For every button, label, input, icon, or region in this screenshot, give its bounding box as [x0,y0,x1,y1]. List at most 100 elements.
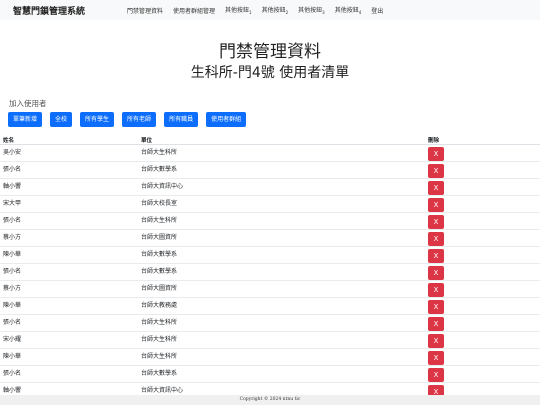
table-row: 陳小華 台師大數學系 X [0,246,540,264]
nav-subscript: 2 [285,10,289,16]
cell-name: 吳小安 [0,144,138,162]
nav-other-4[interactable]: 其他按鈕4 [335,5,362,15]
cell-delete: X [425,314,540,332]
cell-delete: X [425,144,540,162]
nav-label: 門禁管理資料 [127,7,164,15]
cell-name: 張小名 [0,314,138,332]
nav-subscript: 3 [322,10,325,16]
delete-button[interactable]: X [428,351,444,365]
cell-delete: X [425,331,540,349]
table-row: 陳小華 台師大教務處 X [0,297,540,315]
table-row: 張小名 台師大數學系 X [0,365,540,383]
delete-button[interactable]: X [428,334,444,348]
delete-button[interactable]: X [428,164,444,178]
nav-logout[interactable]: 登出 [371,6,383,15]
cell-delete: X [425,280,540,298]
delete-button[interactable]: X [428,215,444,229]
nav-label: 其他按鈕 [298,6,323,14]
cell-name: 宋大甲 [0,195,138,213]
add-user-group-button[interactable]: 使用者群組 [206,112,247,127]
cell-delete: X [425,263,540,281]
delete-button[interactable]: X [428,249,444,263]
cell-name: 張小名 [0,365,138,383]
nav-label: 使用者群組管理 [173,7,216,15]
cell-name: 陳小華 [0,246,138,264]
cell-delete: X [425,348,540,366]
cell-unit: 台師大圖資所 [138,280,425,298]
cell-unit: 台師大教務處 [138,297,425,315]
nav-group-management[interactable]: 使用者群組管理 [173,6,215,15]
cell-name: 張小名 [0,263,138,281]
table-row: 軸小響 台師大資訊中心 X [0,178,540,196]
cell-delete: X [425,297,540,315]
cell-name: 蔡小方 [0,229,138,247]
cell-name: 張小名 [0,161,138,179]
delete-button[interactable]: X [428,283,444,297]
footer-copyright: Copyright © 2024 ntnu tic [0,395,540,405]
delete-button[interactable]: X [428,266,444,280]
nav-other-3[interactable]: 其他按鈕3 [298,5,325,15]
nav-label: 其他按鈕 [261,6,286,14]
table-row: 宋小耀 台師大生科所 X [0,331,540,349]
nav-other-2[interactable]: 其他按鈕2 [262,5,289,15]
cell-name: 蔡小方 [0,280,138,298]
delete-button[interactable]: X [428,368,444,382]
page-subtitle: 生科所-門4號 使用者清單 [190,65,350,81]
table-row: 蔡小方 台師大圖資所 X [0,229,540,247]
table-row: 張小名 台師大生科所 X [0,212,540,230]
user-table: 姓名 單位 刪除 吳小安 台師大生科所 X 張小名 台師大數學系 X 軸小響 台師大資訊中心 X… [0,138,540,400]
page-title: 門禁管理資料 [219,42,321,62]
cell-unit: 台師大數學系 [138,263,425,281]
cell-name: 張小名 [0,212,138,230]
cell-unit: 台師大生科所 [138,144,425,162]
nav-label: 其他按鈕 [225,6,250,14]
table-row: 陳小華 台師大生科所 X [0,348,540,366]
table-row: 蔡小方 台師大圖資所 X [0,280,540,298]
table-row: 張小名 台師大數學系 X [0,161,540,179]
cell-unit: 台師大校長室 [138,195,425,213]
cell-delete: X [425,178,540,196]
cell-delete: X [425,229,540,247]
cell-unit: 台師大數學系 [138,246,425,264]
add-all-staff-button[interactable]: 所有職員 [164,112,199,127]
cell-name: 陳小華 [0,348,138,366]
cell-unit: 台師大資訊中心 [138,178,425,196]
cell-unit: 台師大生科所 [138,331,425,349]
cell-unit: 台師大生科所 [138,314,425,332]
cell-delete: X [425,161,540,179]
add-user-label: 加入使用者 [9,99,47,108]
nav-label: 其他按鈕 [334,6,359,14]
table-row: 吳小安 台師大生科所 X [0,144,540,162]
add-all-students-button[interactable]: 所有學生 [80,112,115,127]
table-row: 張小名 台師大生科所 X [0,314,540,332]
nav-subscript: 4 [358,10,362,16]
add-single-button[interactable]: 單筆新增 [8,112,43,127]
add-all-teachers-button[interactable]: 所有老師 [122,112,157,127]
cell-delete: X [425,246,540,264]
delete-button[interactable]: X [428,198,444,212]
delete-button[interactable]: X [428,317,444,331]
delete-button[interactable]: X [428,232,444,246]
delete-button[interactable]: X [428,147,444,161]
table-row: 張小名 台師大數學系 X [0,263,540,281]
cell-name: 陳小華 [0,297,138,315]
nav-label: 登出 [371,7,384,15]
nav-access-data[interactable]: 門禁管理資料 [127,6,163,15]
delete-button[interactable]: X [428,300,444,314]
cell-unit: 台師大生科所 [138,348,425,366]
add-user-buttons: 單筆新增 全校 所有學生 所有老師 所有職員 使用者群組 [8,112,540,127]
cell-name: 軸小響 [0,178,138,196]
table-row: 宋大甲 台師大校長室 X [0,195,540,213]
cell-unit: 台師大生科所 [138,212,425,230]
nav-other-1[interactable]: 其他按鈕1 [225,5,252,15]
cell-delete: X [425,195,540,213]
delete-button[interactable]: X [428,181,444,195]
add-whole-school-button[interactable]: 全校 [50,112,73,127]
page-header: 門禁管理資料 生科所-門4號 使用者清單 [0,41,540,82]
main-nav: 門禁管理資料 使用者群組管理 其他按鈕1 其他按鈕2 其他按鈕3 其他按鈕4 登… [125,5,393,15]
brand-title[interactable]: 智慧門鎖管理系統 [13,4,125,17]
cell-unit: 台師大圖資所 [138,229,425,247]
cell-unit: 台師大數學系 [138,161,425,179]
cell-name: 宋小耀 [0,331,138,349]
cell-delete: X [425,365,540,383]
